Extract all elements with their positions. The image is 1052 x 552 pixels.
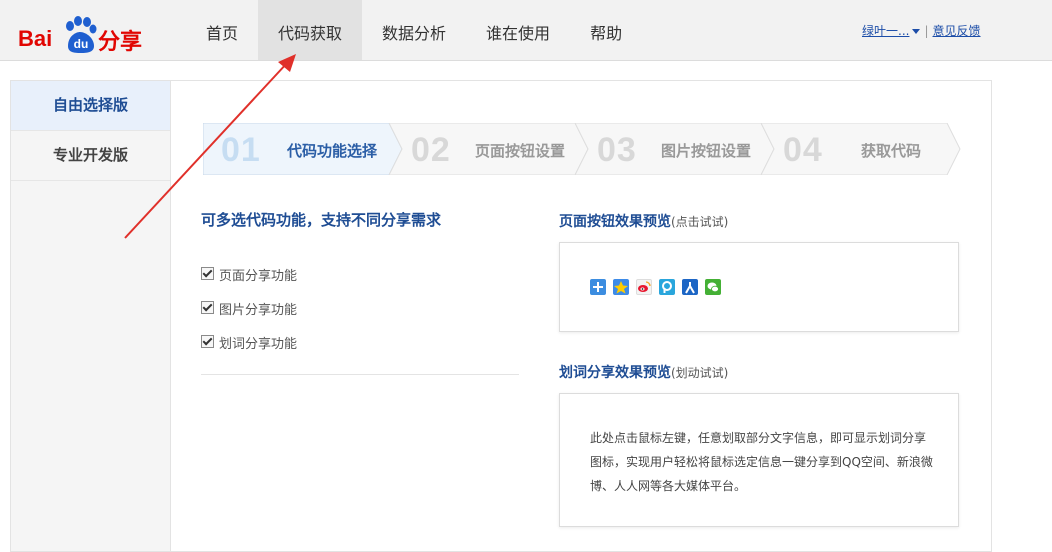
features-divider [201, 374, 519, 375]
option-image-share[interactable]: 图片分享功能 [201, 299, 297, 333]
share-icons-row [590, 279, 721, 295]
option-text-share-label: 划词分享功能 [219, 337, 298, 352]
wechat-icon[interactable] [705, 279, 721, 295]
text-preview-title-text: 划词分享效果预览 [559, 365, 671, 381]
step-progress: 01 代码功能选择 02 页面按钮设置 03 图片按钮设置 04 获取代码 [203, 123, 963, 177]
sidebar: 自由选择版 专业开发版 [11, 81, 171, 551]
features-list: 页面分享功能 图片分享功能 划词分享功能 [201, 265, 297, 367]
checkbox-image-share[interactable] [201, 301, 214, 314]
user-menu-link[interactable]: 绿叶一... [862, 24, 909, 38]
logo-text-share: 分享 [98, 30, 143, 55]
step-3[interactable]: 03 图片按钮设置 [575, 123, 775, 175]
button-preview-box [559, 242, 959, 332]
nav-who-uses[interactable]: 谁在使用 [466, 0, 570, 60]
renren-icon[interactable] [682, 279, 698, 295]
step-1[interactable]: 01 代码功能选择 [203, 123, 403, 175]
option-text-share[interactable]: 划词分享功能 [201, 333, 297, 367]
text-preview-hint: (划动试试) [671, 366, 729, 380]
step-2-label: 页面按钮设置 [475, 142, 566, 160]
sidebar-item-pro[interactable]: 专业开发版 [11, 131, 170, 181]
features-title: 可多选代码功能，支持不同分享需求 [201, 211, 442, 229]
step-4-label: 获取代码 [861, 142, 922, 160]
nav-help[interactable]: 帮助 [570, 0, 642, 60]
baidu-paw-icon: du [66, 16, 97, 53]
weibo-icon[interactable] [636, 279, 652, 295]
username: 绿叶一... [862, 24, 910, 38]
step-2-number: 02 [411, 131, 451, 169]
nav-home[interactable]: 首页 [188, 0, 258, 60]
nav-data-analysis[interactable]: 数据分析 [362, 0, 466, 60]
button-preview-title-text: 页面按钮效果预览 [559, 214, 671, 230]
checkbox-page-share[interactable] [201, 267, 214, 280]
text-preview-sample[interactable]: 此处点击鼠标左键，任意划取部分文字信息，即可显示划词分享图标，实现用户轻松将鼠标… [590, 426, 935, 498]
step-2[interactable]: 02 页面按钮设置 [389, 123, 589, 175]
button-preview-title: 页面按钮效果预览(点击试试) [559, 211, 728, 231]
step-1-number: 01 [221, 131, 261, 169]
option-image-share-label: 图片分享功能 [219, 303, 298, 318]
sidebar-item-free[interactable]: 自由选择版 [11, 81, 170, 131]
main-nav: 首页 代码获取 数据分析 谁在使用 帮助 [188, 0, 642, 60]
tencent-weibo-icon[interactable] [659, 279, 675, 295]
logo-text-du: du [74, 37, 89, 51]
option-page-share[interactable]: 页面分享功能 [201, 265, 297, 299]
qzone-star-icon[interactable] [613, 279, 629, 295]
feedback-link[interactable]: 意见反馈 [933, 24, 981, 38]
step-4[interactable]: 04 获取代码 [761, 123, 961, 175]
checkbox-text-share[interactable] [201, 335, 214, 348]
step-1-label: 代码功能选择 [287, 142, 378, 160]
text-preview-box[interactable]: 此处点击鼠标左键，任意划取部分文字信息，即可显示划词分享图标，实现用户轻松将鼠标… [559, 393, 959, 527]
step-3-label: 图片按钮设置 [661, 142, 752, 160]
chevron-down-icon[interactable] [912, 29, 921, 34]
main-container: 自由选择版 专业开发版 01 代码功能选择 02 页面按钮设置 03 图片按钮设… [10, 80, 992, 552]
logo-text-bai: Bai [18, 26, 53, 51]
option-page-share-label: 页面分享功能 [219, 269, 298, 284]
step-3-number: 03 [597, 131, 637, 169]
baidu-share-logo[interactable]: Bai du 分享 [18, 14, 148, 55]
user-separator: | [924, 24, 929, 38]
step-4-number: 04 [783, 131, 823, 169]
more-plus-icon[interactable] [590, 279, 606, 295]
text-preview-title: 划词分享效果预览(划动试试) [559, 362, 728, 382]
button-preview-hint: (点击试试) [671, 215, 729, 229]
user-area: 绿叶一... | 意见反馈 [862, 22, 981, 39]
top-bar: Bai du 分享 首页 代码获取 数据分析 谁在使用 帮助 绿叶一... | 意见… [0, 0, 1052, 61]
nav-get-code[interactable]: 代码获取 [258, 0, 363, 60]
